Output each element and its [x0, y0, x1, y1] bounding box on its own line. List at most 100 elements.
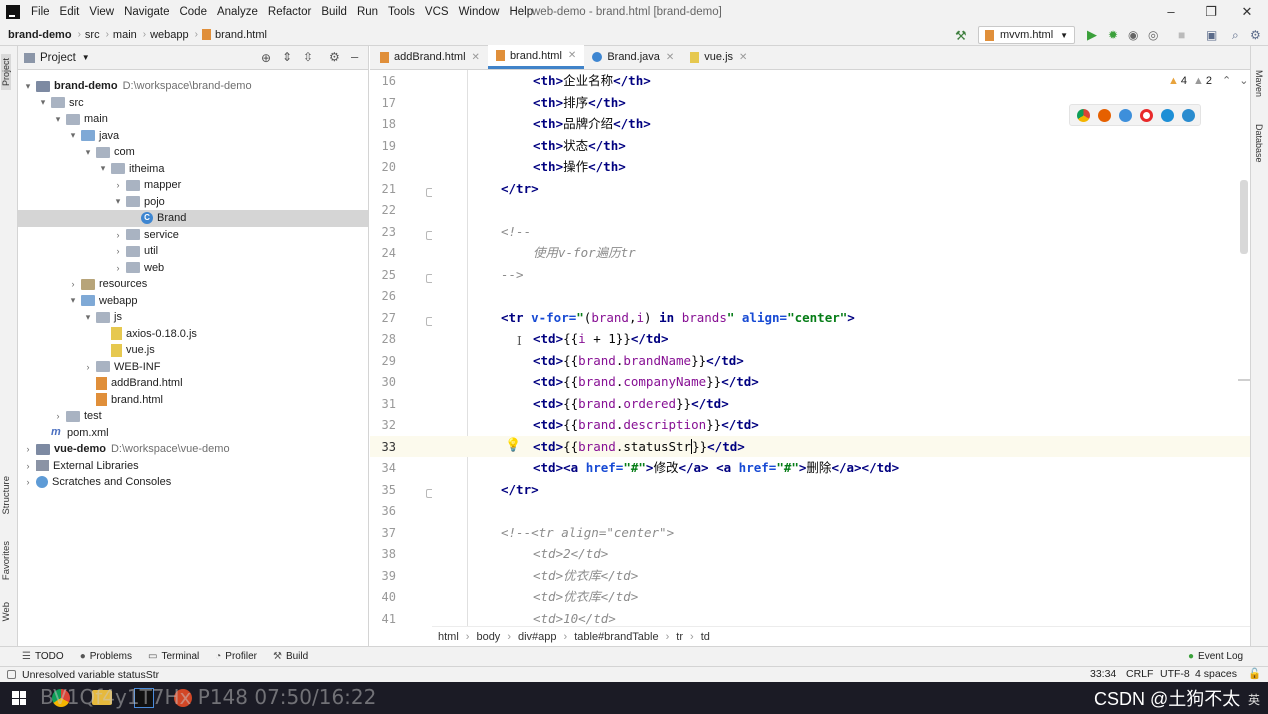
edge-icon[interactable]	[1182, 109, 1195, 122]
tab-brand-java[interactable]: Brand.java ✕	[584, 45, 682, 69]
tree-item-vue-demo[interactable]: › vue-demo D:\workspace\vue-demo	[18, 441, 368, 458]
intention-bulb-icon[interactable]: 💡	[505, 438, 521, 453]
collapse-arrow-icon[interactable]: ›	[112, 180, 124, 190]
menu-view[interactable]: View	[84, 0, 119, 24]
tree-item-pojo[interactable]: ▾ pojo	[18, 194, 368, 211]
breadcrumb-td[interactable]: td	[701, 631, 710, 643]
expand-arrow-icon[interactable]: ▾	[82, 312, 94, 323]
tree-item-resources[interactable]: › resources	[18, 276, 368, 293]
menu-vcs[interactable]: VCS	[420, 0, 454, 24]
menu-edit[interactable]: Edit	[55, 0, 85, 24]
hide-panel-icon[interactable]: –	[351, 49, 358, 64]
expand-all-icon[interactable]: ⇕	[282, 50, 292, 64]
project-structure-icon[interactable]: ▣	[1206, 28, 1217, 42]
debug-icon[interactable]: ✹	[1108, 28, 1118, 42]
intellij-logo-icon[interactable]	[6, 5, 20, 19]
code-editor[interactable]: <th>企业名称</th> <th>排序</th> <th>品牌介绍</th> …	[432, 70, 1250, 626]
expand-arrow-icon[interactable]: ▾	[37, 97, 49, 108]
chevron-up-icon[interactable]: ⌃	[1222, 74, 1231, 87]
tab-vue-js[interactable]: vue.js ✕	[682, 45, 755, 69]
tree-item-brand-html[interactable]: brand.html	[18, 392, 368, 409]
menu-refactor[interactable]: Refactor	[263, 0, 316, 24]
breadcrumb-body[interactable]: body	[476, 631, 500, 643]
lock-icon[interactable]: 🔓	[1248, 667, 1261, 680]
menu-analyze[interactable]: Analyze	[212, 0, 263, 24]
tree-item-web-inf[interactable]: › WEB-INF	[18, 359, 368, 376]
ime-indicator[interactable]: 英	[1248, 691, 1260, 708]
tree-item-java[interactable]: ▾ java	[18, 128, 368, 145]
problems-tool-button[interactable]: ● Problems	[80, 651, 132, 662]
tab-brand-html[interactable]: brand.html ✕	[487, 45, 585, 69]
menu-window[interactable]: Window	[454, 0, 505, 24]
tab-addbrand-html[interactable]: addBrand.html ✕	[372, 45, 488, 69]
build-tool-button[interactable]: ⚒ Build	[273, 651, 308, 662]
database-tool-tab[interactable]: Database	[1254, 124, 1264, 163]
structure-tool-tab[interactable]: Structure	[1, 476, 12, 515]
chevron-down-icon[interactable]: ⌄	[1239, 74, 1248, 87]
tree-item-web[interactable]: › web	[18, 260, 368, 277]
menu-file[interactable]: File	[26, 0, 55, 24]
menu-run[interactable]: Run	[352, 0, 383, 24]
vertical-scrollbar-thumb[interactable]	[1240, 180, 1248, 254]
close-tab-icon[interactable]: ✕	[739, 52, 747, 63]
favorites-tool-tab[interactable]: Favorites	[1, 541, 12, 580]
file-encoding[interactable]: UTF-8	[1160, 668, 1190, 680]
terminal-tool-button[interactable]: ▭ Terminal	[148, 651, 199, 662]
tree-item-brand[interactable]: C Brand	[18, 210, 368, 227]
chevron-down-icon[interactable]: ▼	[82, 53, 90, 62]
tree-item-js[interactable]: ▾ js	[18, 309, 368, 326]
expand-arrow-icon[interactable]: ▾	[67, 130, 79, 141]
profile-icon[interactable]: ◎	[1148, 28, 1158, 42]
todo-tool-button[interactable]: ☰ TODO	[22, 651, 64, 662]
tree-item-brand-demo[interactable]: ▾ brand-demo D:\workspace\brand-demo	[18, 78, 368, 95]
gear-icon[interactable]: ⚙	[329, 50, 340, 64]
collapse-arrow-icon[interactable]: ›	[52, 411, 64, 421]
expand-arrow-icon[interactable]: ▾	[67, 295, 79, 306]
collapse-arrow-icon[interactable]: ›	[82, 362, 94, 372]
expand-arrow-icon[interactable]: ▾	[22, 81, 34, 92]
expand-arrow-icon[interactable]: ▾	[82, 147, 94, 158]
opera-icon[interactable]	[1140, 109, 1153, 122]
expand-arrow-icon[interactable]: ▾	[97, 163, 109, 174]
profiler-tool-button[interactable]: ◔ Profiler	[215, 651, 257, 662]
menu-navigate[interactable]: Navigate	[119, 0, 174, 24]
tree-item-mapper[interactable]: › mapper	[18, 177, 368, 194]
tree-item-service[interactable]: › service	[18, 227, 368, 244]
close-tab-icon[interactable]: ✕	[568, 50, 576, 61]
maven-tool-tab[interactable]: Maven	[1254, 70, 1264, 97]
breadcrumb-div-app[interactable]: div#app	[518, 631, 557, 643]
hammer-build-icon[interactable]: ⚒	[955, 28, 967, 44]
tree-item-src[interactable]: ▾ src	[18, 95, 368, 112]
collapse-all-icon[interactable]: ⇳	[303, 50, 313, 64]
expand-arrow-icon[interactable]: ▾	[52, 114, 64, 125]
menu-build[interactable]: Build	[316, 0, 352, 24]
breadcrumb-webapp[interactable]: webapp	[150, 29, 189, 41]
collapse-arrow-icon[interactable]: ›	[112, 230, 124, 240]
run-icon[interactable]: ▶	[1087, 27, 1097, 43]
tree-item-scratches-and-consoles[interactable]: › Scratches and Consoles	[18, 474, 368, 491]
project-tool-tab[interactable]: Project	[1, 54, 11, 91]
breadcrumb-tr[interactable]: tr	[676, 631, 683, 643]
stop-icon[interactable]: ■	[1178, 28, 1185, 42]
collapse-arrow-icon[interactable]: ›	[22, 444, 34, 454]
expand-arrow-icon[interactable]: ▾	[112, 196, 124, 207]
web-tool-tab[interactable]: Web	[1, 602, 12, 621]
search-everywhere-icon[interactable]: ⌕	[1232, 28, 1239, 43]
indent-setting[interactable]: 4 spaces	[1195, 668, 1237, 680]
breadcrumb-html[interactable]: html	[438, 631, 459, 643]
project-panel-title[interactable]: Project	[40, 52, 76, 64]
tree-item-main[interactable]: ▾ main	[18, 111, 368, 128]
tree-item-external-libraries[interactable]: › External Libraries	[18, 458, 368, 475]
tree-item-itheima[interactable]: ▾ itheima	[18, 161, 368, 178]
collapse-arrow-icon[interactable]: ›	[22, 477, 34, 487]
breadcrumb-src[interactable]: src	[85, 29, 100, 41]
close-window-button[interactable]: ✕	[1224, 0, 1268, 24]
collapse-arrow-icon[interactable]: ›	[112, 246, 124, 256]
line-separator[interactable]: CRLF	[1126, 668, 1153, 680]
close-tab-icon[interactable]: ✕	[666, 52, 674, 63]
tree-item-axios-0-18-0-js[interactable]: axios-0.18.0.js	[18, 326, 368, 343]
tree-item-addbrand-html[interactable]: addBrand.html	[18, 375, 368, 392]
locate-file-icon[interactable]: ⊕	[261, 51, 271, 65]
safari-icon[interactable]	[1119, 109, 1132, 122]
menu-tools[interactable]: Tools	[383, 0, 420, 24]
